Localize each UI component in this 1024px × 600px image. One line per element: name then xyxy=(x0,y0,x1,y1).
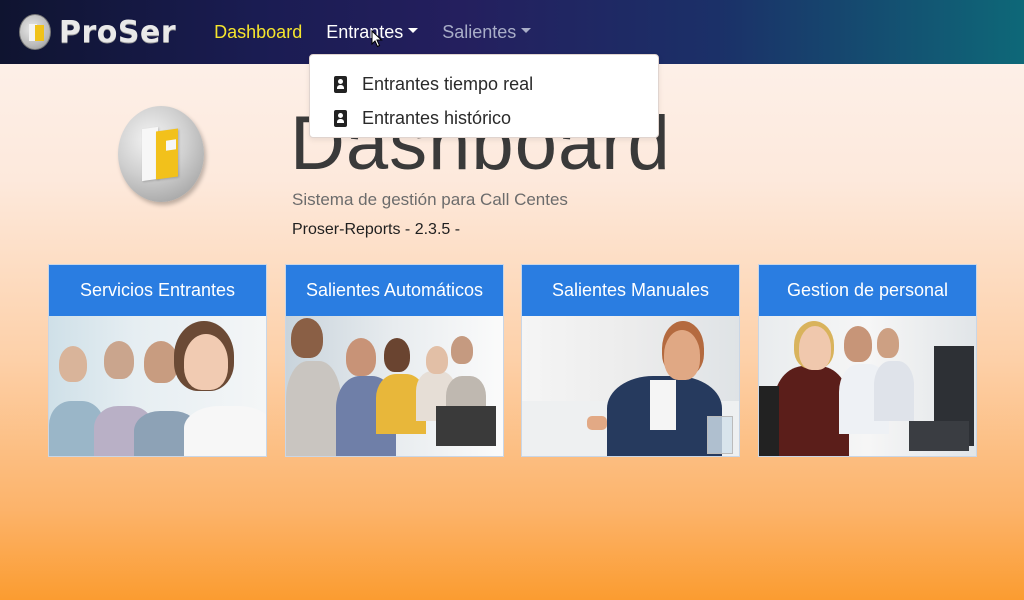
caret-down-icon xyxy=(408,27,419,33)
proser-logo-icon xyxy=(19,14,51,50)
nav-salientes-label: Salientes xyxy=(442,21,517,42)
contact-card-icon xyxy=(334,75,347,93)
proser-hero-logo xyxy=(118,106,204,202)
nav-salientes-dropdown[interactable]: Salientes xyxy=(442,21,532,43)
call-center-photo xyxy=(49,316,266,456)
page-subtitle: Sistema de gestión para Call Centes xyxy=(292,190,568,209)
card-title: Salientes Automáticos xyxy=(286,265,503,316)
card-salientes-automaticos[interactable]: Salientes Automáticos xyxy=(285,264,504,457)
call-center-photo xyxy=(759,316,976,456)
card-servicios-entrantes[interactable]: Servicios Entrantes xyxy=(48,264,267,457)
call-center-photo xyxy=(286,316,503,456)
card-gestion-de-personal[interactable]: Gestion de personal xyxy=(758,264,977,457)
contact-card-icon xyxy=(334,109,347,127)
nav-dashboard-link[interactable]: Dashboard xyxy=(214,22,302,43)
card-salientes-manuales[interactable]: Salientes Manuales xyxy=(521,264,740,457)
dropdown-item-label: Entrantes histórico xyxy=(362,107,512,128)
mouse-cursor-icon xyxy=(371,30,383,48)
dropdown-item-label: Entrantes tiempo real xyxy=(362,73,534,94)
caret-down-icon xyxy=(521,27,532,33)
card-title: Gestion de personal xyxy=(759,265,976,316)
dropdown-item-entrantes-tiempo-real[interactable]: Entrantes tiempo real xyxy=(310,67,658,101)
entrantes-dropdown-menu: Entrantes tiempo real Entrantes históric… xyxy=(309,54,659,138)
dropdown-item-entrantes-historico[interactable]: Entrantes histórico xyxy=(310,101,658,135)
call-center-photo xyxy=(522,316,739,456)
card-title: Servicios Entrantes xyxy=(49,265,266,316)
brand[interactable]: ProSer xyxy=(19,14,176,50)
card-title: Salientes Manuales xyxy=(522,265,739,316)
brand-name: ProSer xyxy=(59,14,177,50)
nav-entrantes-label: Entrantes xyxy=(326,21,404,42)
version-label: Proser-Reports - 2.3.5 - xyxy=(292,221,461,238)
